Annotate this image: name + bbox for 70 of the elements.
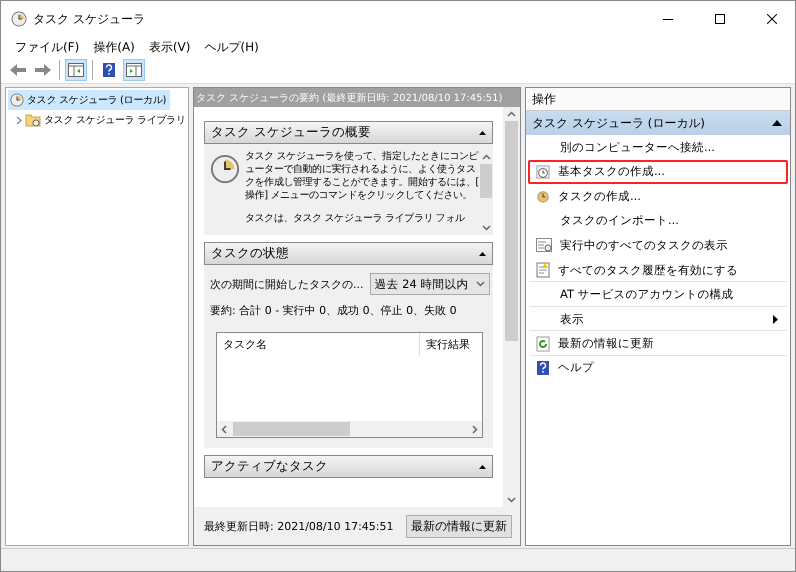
description-text: タスク スケジューラを使って、指定したときにコンピューターで自動的に実行されるように、よく使うタスクを作成し管理することができます。開始するには、[操作] メニューのコマンドをクリックしてください。 [245, 150, 479, 202]
scrollbar-thumb[interactable] [233, 422, 350, 436]
section-header[interactable]: タスクの状態 [204, 242, 493, 265]
tree-item[interactable]: タスク スケジューラ ライブラリ [8, 110, 188, 130]
refresh-button[interactable]: 最新の情報に更新 [406, 514, 512, 538]
section-header[interactable]: アクティブなタスク [204, 455, 493, 478]
forward-arrow-icon[interactable] [34, 63, 52, 77]
toolbar-button[interactable] [123, 59, 145, 81]
menu-item[interactable]: 操作(A) [87, 38, 141, 56]
menu-item[interactable]: ファイル(F) [9, 38, 86, 56]
scroll-down-icon[interactable] [507, 497, 516, 503]
clock-icon [10, 93, 24, 107]
pane-icon[interactable] [68, 63, 84, 77]
description-text: タスクは、タスク スケジューラ ライブラリ フォル [245, 212, 466, 225]
toolbar-button[interactable] [65, 59, 87, 81]
action-item[interactable]: 基本タスクの作成... [528, 160, 788, 184]
summary-text: 要約: 合計 0 - 実行中 0、成功 0、停止 0、失敗 0 [210, 303, 458, 318]
window-title: タスク スケジューラ [33, 10, 146, 28]
action-item[interactable]: タスクのインポート... [528, 208, 788, 233]
action-item[interactable]: ヘルプ [528, 356, 788, 380]
clock-icon [11, 11, 27, 27]
clock-icon [536, 189, 550, 204]
tree-item[interactable]: タスク スケジューラ (ローカル) [8, 90, 170, 110]
action-item[interactable]: タスクの作成... [528, 184, 788, 208]
menu-item[interactable]: ヘルプ(H) [198, 38, 265, 56]
column-header[interactable]: タスク名 [217, 333, 420, 356]
maximize-icon[interactable] [715, 14, 725, 24]
scrollbar-thumb[interactable] [480, 164, 492, 198]
section-header[interactable]: タスク スケジューラの概要 [204, 121, 493, 144]
task-list-icon [536, 238, 552, 252]
period-dropdown[interactable]: 過去 24 時間以内 [370, 273, 490, 295]
action-item[interactable]: 別のコンピューターへ接続... [528, 135, 788, 160]
dropdown-chevron-icon[interactable] [476, 281, 486, 287]
clock-icon [210, 154, 240, 184]
scrollbar-thumb[interactable] [504, 121, 518, 341]
action-item[interactable]: 表示 [528, 306, 788, 331]
action-item[interactable]: 実行中のすべてのタスクの表示 [528, 233, 788, 258]
help-icon[interactable] [102, 62, 116, 78]
collapse-caret-icon[interactable] [479, 252, 486, 256]
menu-item[interactable]: 表示(V) [142, 38, 196, 56]
scroll-up-icon[interactable] [482, 154, 490, 160]
log-icon [536, 262, 550, 278]
horizontal-scrollbar[interactable] [217, 421, 482, 437]
action-item[interactable]: すべてのタスク履歴を有効にする [528, 258, 788, 282]
scroll-down-icon[interactable] [482, 225, 490, 231]
submenu-arrow-icon[interactable] [773, 314, 778, 324]
scroll-left-icon[interactable] [221, 424, 227, 434]
scrollbar[interactable] [503, 107, 520, 507]
clock-icon [536, 164, 550, 179]
help-icon [536, 360, 550, 376]
panel-title: タスク スケジューラの要約 (最終更新日時: 2021/08/10 17:45:51) [194, 88, 520, 107]
close-icon[interactable] [767, 14, 777, 24]
collapse-caret-icon[interactable] [479, 464, 486, 468]
last-updated-text: 最終更新日時: 2021/08/10 17:45:51 [204, 518, 394, 534]
minimize-icon[interactable] [663, 18, 673, 20]
actions-group-header[interactable]: タスク スケジューラ (ローカル) [526, 111, 790, 135]
scroll-up-icon[interactable] [507, 111, 516, 117]
actions-title: 操作 [526, 88, 790, 111]
scroll-right-icon[interactable] [472, 424, 478, 434]
refresh-icon [536, 336, 550, 352]
folder-clock-icon [25, 113, 41, 127]
collapse-caret-icon[interactable] [772, 120, 782, 126]
action-item[interactable]: 最新の情報に更新 [528, 331, 788, 356]
filter-label: 次の期間に開始したタスクの... [210, 276, 364, 292]
collapse-caret-icon[interactable] [479, 130, 486, 134]
back-arrow-icon[interactable] [9, 63, 27, 77]
column-header[interactable]: 実行結果 [420, 333, 476, 356]
action-item[interactable]: AT サービスのアカウントの構成 [528, 282, 788, 306]
pane-icon[interactable] [126, 63, 142, 77]
collapsed-chevron-icon[interactable] [16, 116, 22, 124]
